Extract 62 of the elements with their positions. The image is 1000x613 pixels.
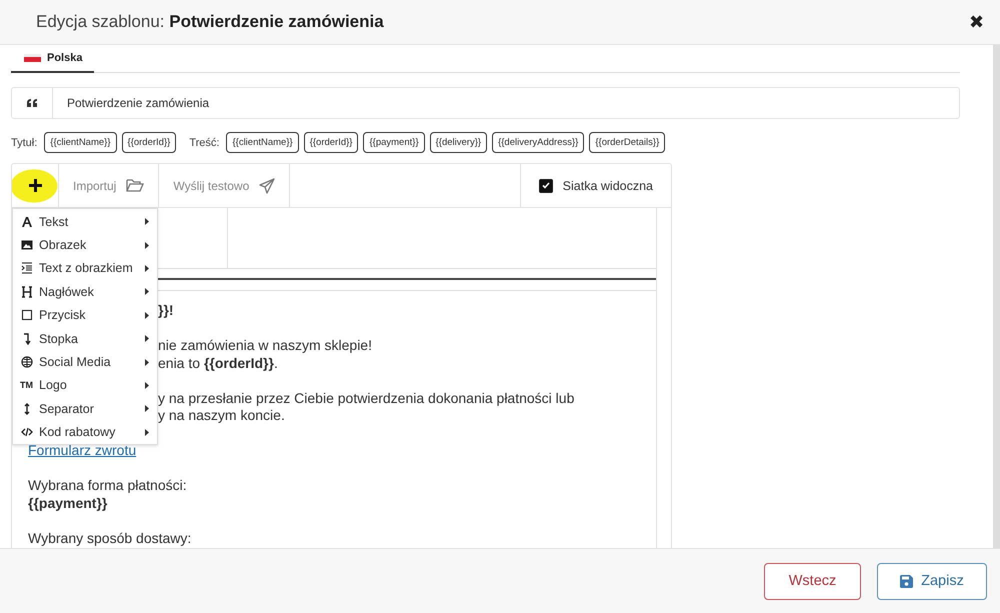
email-text: nie zamówienia w naszym sklepie! (158, 337, 372, 353)
caret-icon (145, 242, 149, 249)
menu-item[interactable]: Obrazek (13, 233, 157, 257)
return-form-link[interactable]: Formularz zwrotu (28, 442, 136, 458)
placeholder-tag[interactable]: {{clientName}} (226, 132, 299, 153)
menu-item[interactable]: Text z obrazkiem (13, 256, 157, 280)
caret-icon (145, 382, 149, 389)
checkbox[interactable] (538, 178, 553, 192)
caret-icon (145, 428, 149, 436)
back-button[interactable]: Wstecz (764, 562, 861, 600)
email-text: y na przesłanie przez Ciebie potwierdzenia dokonania płatności lub (158, 390, 574, 406)
placeholder-tag[interactable]: {{orderId}} (122, 132, 176, 153)
caret-icon (145, 335, 149, 342)
list-indent-icon (20, 262, 32, 274)
window-title: Edycja szablonu: Potwierdzenie zamówienia (36, 12, 384, 32)
add-block-button[interactable] (12, 164, 59, 207)
check-icon (542, 182, 550, 189)
globe-icon (20, 356, 32, 368)
plus-icon (28, 179, 42, 192)
quote-icon (26, 99, 38, 107)
close-button[interactable]: ✖ (969, 11, 984, 33)
placeholder-tag[interactable]: {{clientName}} (44, 132, 117, 153)
email-text: {{payment}} (28, 494, 108, 510)
caret-icon (145, 312, 149, 319)
menu-item[interactable]: Stopka (13, 326, 157, 350)
tags-label: Treść: (189, 136, 220, 148)
folder-icon (126, 179, 144, 192)
email-text: Wybrana forma płatności: (28, 477, 187, 493)
caret-icon (145, 264, 149, 272)
email-text: Wybrany sposób dostawy: (28, 530, 192, 546)
menu-item[interactable]: Kod rabatowy (13, 420, 157, 444)
flag-icon (24, 54, 41, 62)
code-icon (20, 426, 32, 438)
menu-item[interactable]: Social Media (13, 350, 157, 374)
menu-item[interactable]: Tekst (13, 210, 157, 234)
caret-icon (145, 218, 149, 226)
placeholder-tag[interactable]: {{payment}} (363, 132, 425, 153)
caret-icon (145, 288, 149, 296)
trademark-icon: TM (20, 380, 33, 390)
language-tab[interactable]: Polska (11, 45, 94, 73)
placeholder-tag[interactable]: {{orderId}} (304, 132, 358, 153)
email-text: enia to {{orderId}}. (158, 354, 278, 370)
heading-icon (20, 286, 32, 298)
scrollbar[interactable] (993, 45, 1000, 548)
letter-icon (20, 216, 32, 228)
save-button[interactable]: Zapisz (877, 562, 987, 600)
placeholder-tag[interactable]: {{deliveryAddress}} (492, 132, 584, 153)
menu-item[interactable]: TM Logo (13, 374, 157, 398)
tags-label: Tytuł: (11, 136, 38, 148)
menu-item[interactable]: Separator (13, 397, 157, 421)
menu-item[interactable]: Nagłówek (13, 280, 157, 304)
email-text: }}! (158, 302, 174, 318)
image-icon (20, 239, 32, 252)
placeholder-tag[interactable]: {{orderDetails}} (589, 132, 666, 153)
email-text: y na naszym koncie. (158, 407, 285, 423)
send-icon (259, 178, 276, 194)
menu-item[interactable]: Przycisk (13, 304, 157, 327)
placeholder-tag[interactable]: {{delivery}} (430, 132, 488, 153)
square-icon (20, 309, 32, 322)
caret-icon (145, 405, 149, 412)
checkbox-label: Siatka widoczna (562, 178, 653, 192)
caret-icon (145, 358, 149, 366)
